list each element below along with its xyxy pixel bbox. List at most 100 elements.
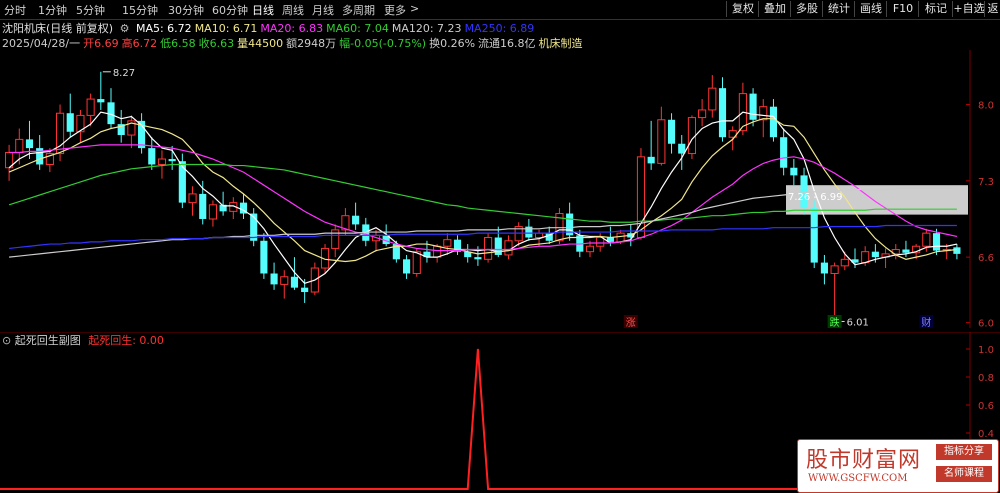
- watermark-tag-course: 名师课程: [936, 466, 992, 482]
- event-marker: 涨: [626, 317, 636, 328]
- ma-label: MA120: 7.23: [391, 22, 462, 35]
- toolbar-button[interactable]: +自选: [952, 1, 985, 17]
- candle-body: [433, 245, 442, 258]
- timeframe-tab[interactable]: 5分钟: [76, 2, 105, 18]
- candle-body: [749, 93, 757, 120]
- candle-body: [199, 193, 207, 219]
- quote-field: 开6.69: [83, 37, 119, 50]
- candle-body: [148, 148, 156, 165]
- watermark-logo: 股市财富网 WWW.GSCFW.COM 指标分享 名师课程: [797, 439, 999, 493]
- candle-body: [97, 99, 105, 103]
- candle-body: [718, 88, 727, 138]
- quote-field: 流通16.8亿: [478, 37, 536, 50]
- ma-label: MA250: 6.89: [464, 22, 535, 35]
- watermark-tag-indicator: 指标分享: [936, 444, 992, 460]
- low-label: 6.01: [847, 317, 869, 328]
- candle-body: [678, 143, 686, 154]
- quote-field: 额2948万: [286, 37, 337, 50]
- timeframe-tab[interactable]: 15分钟: [122, 2, 158, 18]
- candle-body: [168, 159, 176, 162]
- candle-body: [25, 139, 34, 149]
- ma-label: MA20: 6.83: [260, 22, 324, 35]
- more-chevron-icon[interactable]: >: [410, 2, 419, 15]
- candle-body: [657, 119, 666, 164]
- candle-body: [861, 251, 870, 264]
- timeframe-tab[interactable]: 更多: [384, 2, 406, 18]
- toolbar-button[interactable]: F10: [886, 1, 919, 17]
- candle-body: [667, 119, 676, 144]
- ma-label: MA10: 6.71: [194, 22, 258, 35]
- candle-body: [412, 251, 421, 274]
- candle-body: [474, 257, 482, 260]
- timeframe-tab[interactable]: 分时: [4, 2, 26, 18]
- candle-body: [922, 232, 931, 247]
- watermark-title: 股市财富网: [806, 448, 922, 473]
- candle-body: [290, 276, 299, 288]
- quote-field: 量44500: [237, 37, 284, 50]
- event-marker: 财: [921, 316, 931, 328]
- toolbar-button[interactable]: 返: [984, 1, 1000, 17]
- candle-body: [902, 249, 910, 253]
- candle-body: [820, 262, 828, 274]
- timeframe-tab[interactable]: 多周期: [342, 2, 375, 18]
- quote-field: 高6.72: [121, 37, 158, 50]
- candle-body: [616, 232, 625, 243]
- y-tick-label: 6.0: [978, 319, 994, 328]
- candlestick-chart[interactable]: 8.0 7.3 6.6 6.0 8.27 6.01 7.26 - 6.99 涨 跌 财: [0, 50, 1000, 328]
- candle-body: [260, 240, 268, 274]
- settings-icon[interactable]: ⚙: [120, 22, 130, 35]
- toolbar-button[interactable]: 画线: [854, 1, 887, 17]
- candle-body: [484, 237, 493, 260]
- candle-body: [86, 98, 95, 116]
- toolbar-button[interactable]: 标记: [918, 1, 953, 17]
- timeframe-tab[interactable]: 60分钟: [212, 2, 248, 18]
- ma-label: MA5: 6.72: [135, 22, 192, 35]
- quote-field: 机床制造: [538, 37, 583, 50]
- ma-labels: MA5: 6.72 MA10: 6.71 MA20: 6.83 MA60: 7.04 M…: [136, 22, 537, 35]
- candle-body: [504, 240, 513, 256]
- candle-body: [687, 117, 696, 155]
- y-tick-label: 7.3: [978, 177, 994, 188]
- timeframe-tab[interactable]: 月线: [312, 2, 334, 18]
- high-label: 8.27: [113, 68, 135, 79]
- candle-body: [698, 109, 707, 119]
- gap-label: 7.26 - 6.99: [788, 192, 843, 203]
- candle-body: [208, 204, 217, 220]
- candle-body: [352, 215, 360, 225]
- candle-body: [585, 245, 595, 253]
- timeframe-tab[interactable]: 周线: [282, 2, 304, 18]
- y-tick-label: 8.0: [978, 101, 994, 112]
- quote-field: 幅-0.05(-0.75%): [339, 37, 427, 50]
- candle-body: [534, 232, 544, 239]
- toolbar-button[interactable]: 复权: [726, 1, 759, 17]
- candle-body: [840, 258, 849, 267]
- watermark-url: WWW.GSCFW.COM: [808, 473, 908, 484]
- quote-field: 换0.26%: [429, 37, 476, 50]
- toolbar-button[interactable]: 统计: [822, 1, 855, 17]
- ma-label: MA60: 7.04: [326, 22, 389, 35]
- candle-body: [188, 193, 197, 204]
- event-marker: 跌: [830, 316, 840, 328]
- y-tick-label: 0.8: [978, 373, 994, 384]
- timeframe-tab[interactable]: 1分钟: [38, 2, 67, 18]
- timeframe-tab[interactable]: 日线: [252, 2, 274, 18]
- period-toolbar: 分时 1分钟 5分钟 15分钟 30分钟 60分钟 日线 周线 月线 多周期 更多 > 复权 叠加 多股 统计…: [0, 0, 1000, 20]
- quote-line: 2025/04/28/一 开6.69 高6.72 低6.58 收6.63 量44500 额2…: [2, 35, 586, 50]
- candle-body: [790, 167, 798, 176]
- candle-body: [15, 138, 24, 153]
- candle-body: [301, 287, 309, 293]
- candle-body: [759, 106, 768, 121]
- y-tick-label: 6.6: [978, 253, 994, 264]
- toolbar-button[interactable]: 叠加: [758, 1, 791, 17]
- candle-body: [647, 156, 655, 164]
- timeframe-tab[interactable]: 30分钟: [168, 2, 204, 18]
- stock-title: 沈阳机床(日线 前复权): [2, 22, 114, 35]
- toolbar-button[interactable]: 多股: [790, 1, 823, 17]
- candle-body: [769, 106, 778, 138]
- y-tick-label: 1.0: [978, 345, 994, 356]
- candle-body: [708, 87, 717, 111]
- ma-legend-line: 沈阳机床(日线 前复权) ⚙ MA5: 6.72 MA10: 6.71 MA20: …: [2, 20, 540, 35]
- candle-body: [157, 158, 167, 165]
- candle-body: [871, 251, 879, 258]
- quote-field: 低6.58: [160, 37, 196, 50]
